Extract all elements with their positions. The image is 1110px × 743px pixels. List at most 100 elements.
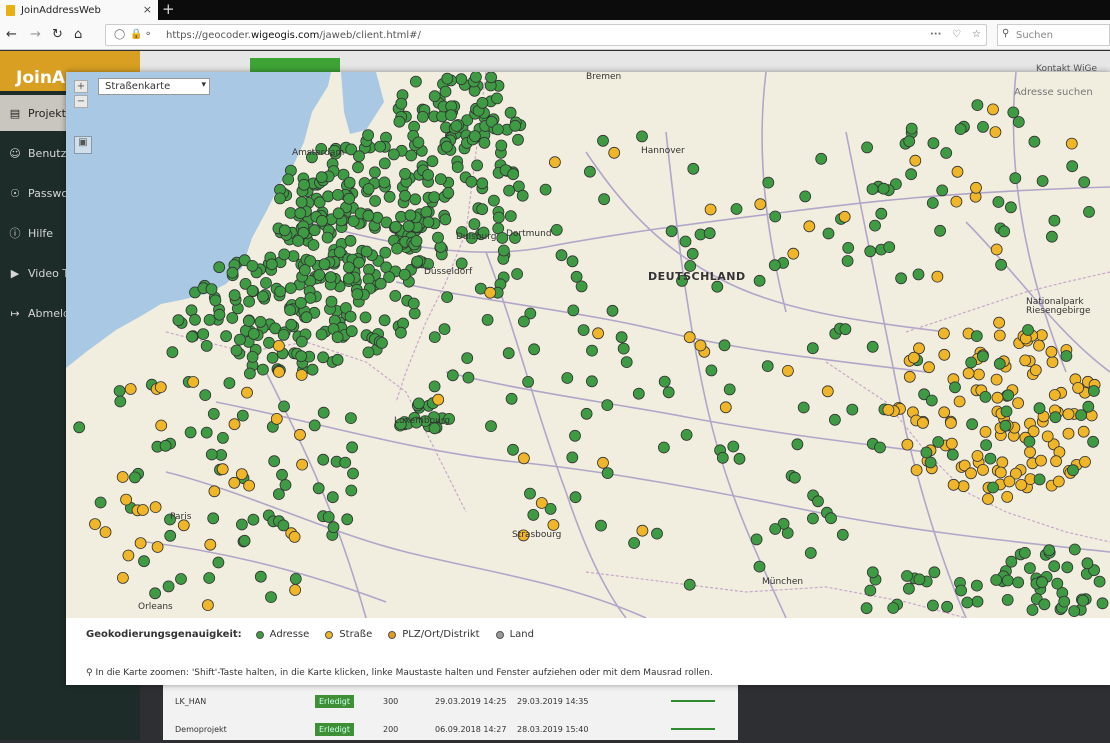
close-tab-icon[interactable]: × bbox=[143, 3, 152, 16]
map-point bbox=[804, 547, 817, 559]
browser-tab[interactable]: JoinAddressWeb × bbox=[0, 0, 158, 20]
map-point bbox=[149, 587, 161, 600]
zoom-hint: ⚲ In die Karte zoomen: 'Shift'-Taste hal… bbox=[86, 668, 713, 678]
map-point bbox=[932, 436, 945, 448]
map-point bbox=[821, 385, 834, 398]
browser-search-box[interactable]: ⚲ Suchen bbox=[997, 24, 1110, 46]
layer-toggle-icon[interactable]: ▣ bbox=[74, 136, 92, 154]
map-point bbox=[925, 394, 938, 407]
map-point bbox=[716, 451, 729, 464]
map-point bbox=[274, 192, 286, 205]
map-point bbox=[762, 176, 775, 189]
map-canvas[interactable]: + − ▣ Straßenkarte ▾ Adresse suchen Amst… bbox=[66, 72, 1110, 618]
project-name: LK_HAN bbox=[175, 697, 207, 706]
map-point bbox=[284, 304, 297, 317]
user-icon: ☺ bbox=[9, 146, 21, 160]
map-point bbox=[945, 437, 958, 450]
reload-icon[interactable]: ↻ bbox=[52, 27, 63, 42]
back-icon[interactable]: ← bbox=[6, 27, 17, 42]
map-point bbox=[994, 466, 1007, 479]
map-point bbox=[877, 182, 890, 195]
map-point bbox=[992, 196, 1005, 208]
address-search-input[interactable]: Adresse suchen bbox=[1014, 87, 1093, 98]
map-point bbox=[791, 438, 804, 451]
city-label: München bbox=[762, 577, 804, 587]
map-point bbox=[569, 429, 581, 442]
map-point bbox=[926, 197, 939, 209]
map-point bbox=[294, 428, 306, 441]
map-point bbox=[910, 464, 923, 477]
map-point bbox=[317, 406, 330, 419]
map-layer-select[interactable]: Straßenkarte ▾ bbox=[98, 78, 210, 95]
map-point bbox=[539, 183, 552, 196]
table-row[interactable]: LK_HAN Erledigt 300 29.03.2019 14:25 29.… bbox=[163, 687, 738, 715]
map-point bbox=[504, 210, 517, 223]
zoom-in-button[interactable]: + bbox=[74, 80, 88, 93]
map-point bbox=[839, 323, 852, 336]
url-domain: wigeogis.com bbox=[250, 29, 320, 41]
map-point bbox=[938, 327, 950, 340]
map-point bbox=[841, 255, 854, 267]
map-point bbox=[1038, 598, 1051, 611]
bookmark-star-icon[interactable]: ☆ bbox=[972, 29, 981, 40]
zoom-out-button[interactable]: − bbox=[74, 95, 88, 108]
map-point bbox=[154, 381, 167, 394]
map-point bbox=[428, 331, 441, 344]
map-point bbox=[694, 339, 707, 352]
map-point bbox=[399, 189, 411, 202]
map-point bbox=[288, 530, 301, 543]
map-point bbox=[378, 157, 391, 170]
map-point bbox=[938, 348, 951, 361]
map-point bbox=[982, 493, 994, 505]
map-point bbox=[842, 241, 855, 254]
map-point bbox=[928, 566, 941, 579]
map-point bbox=[769, 210, 782, 223]
map-point bbox=[961, 596, 974, 609]
new-tab-button[interactable]: + bbox=[162, 0, 175, 18]
map-point bbox=[484, 286, 497, 299]
map-point bbox=[901, 438, 914, 451]
map-point bbox=[166, 346, 179, 359]
map-point bbox=[113, 385, 126, 397]
map-point bbox=[465, 175, 478, 188]
map-point bbox=[601, 467, 614, 480]
map-point bbox=[471, 159, 484, 172]
home-icon[interactable]: ⌂ bbox=[74, 27, 82, 42]
map-point bbox=[294, 296, 307, 309]
forward-icon[interactable]: → bbox=[30, 27, 41, 42]
map-point bbox=[184, 426, 197, 439]
address-bar[interactable]: ◯ 🔒 ⚬ https://geocoder. wigeogis.com/jawe… bbox=[105, 24, 987, 46]
map-point bbox=[733, 452, 746, 465]
map-point bbox=[1048, 389, 1061, 401]
map-point bbox=[285, 318, 298, 331]
map-point bbox=[680, 428, 693, 441]
map-point bbox=[753, 560, 766, 573]
pocket-icon[interactable]: ♡ bbox=[952, 29, 961, 40]
map-point bbox=[485, 72, 497, 84]
map-point bbox=[973, 368, 985, 381]
map-point bbox=[409, 75, 422, 88]
logout-icon: ↦ bbox=[10, 306, 20, 320]
map-point bbox=[420, 206, 433, 218]
map-point bbox=[567, 304, 580, 317]
map-point bbox=[970, 181, 982, 194]
map-point bbox=[395, 97, 408, 110]
map-point bbox=[1036, 175, 1049, 187]
map-point bbox=[422, 169, 435, 181]
map-point bbox=[517, 315, 530, 328]
map-point bbox=[1061, 561, 1074, 574]
map-point bbox=[679, 235, 692, 248]
map-point bbox=[270, 412, 283, 425]
map-point bbox=[260, 277, 272, 289]
legend-item-plz: PLZ/Ort/Distrikt bbox=[388, 629, 480, 640]
document-icon: ▤ bbox=[9, 106, 21, 120]
map-point bbox=[495, 139, 508, 152]
more-icon[interactable]: ··· bbox=[930, 29, 941, 40]
updated-date: 28.03.2019 15:40 bbox=[517, 725, 589, 734]
table-row[interactable]: Demoprojekt Erledigt 200 06.09.2018 14:2… bbox=[163, 715, 738, 743]
city-label: Hannover bbox=[641, 146, 685, 156]
map-point bbox=[432, 231, 444, 244]
map-point bbox=[346, 441, 359, 454]
map-point bbox=[468, 218, 481, 231]
map-point bbox=[316, 214, 328, 227]
